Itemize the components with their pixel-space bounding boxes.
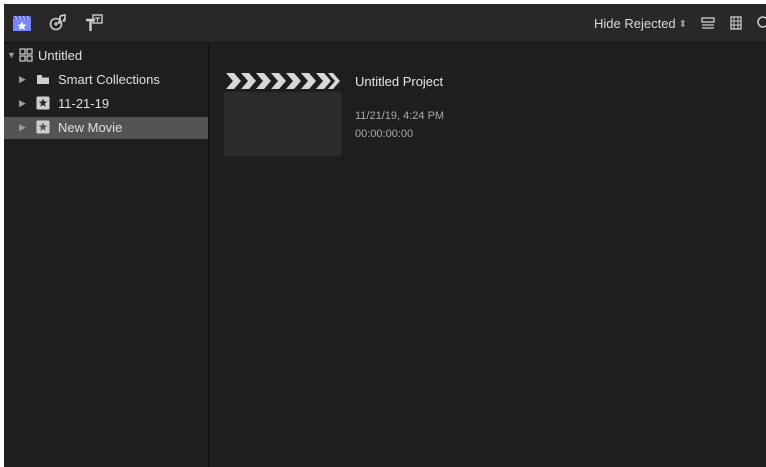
disclosure-collapsed-icon[interactable]: ▶	[19, 122, 26, 133]
disclosure-collapsed-icon[interactable]: ▶	[19, 74, 26, 85]
thumbnail-frame	[224, 92, 342, 156]
clip-filter-menu[interactable]: Hide Rejected ⬍	[594, 16, 687, 31]
sidebar-item-new-movie[interactable]: ▶ New Movie	[4, 117, 208, 139]
browser-toolbar: Hide Rejected ⬍	[4, 4, 766, 43]
libraries-sidebar: ▼ Untitled ▶ Smart Collections ▶ 11-21-1…	[4, 43, 209, 467]
project-date: 11/21/19, 4:24 PM	[355, 110, 445, 122]
sidebar-item-label: Untitled	[38, 48, 83, 63]
disclosure-collapsed-icon[interactable]: ▶	[19, 98, 26, 109]
event-star-icon	[36, 120, 50, 134]
project-title[interactable]: Untitled Project	[355, 74, 443, 89]
project-duration: 00:00:00:00	[355, 128, 414, 140]
sidebar-item-event-11-21-19[interactable]: ▶ 11-21-19	[4, 93, 208, 115]
search-icon[interactable]	[754, 13, 766, 33]
project-thumbnail[interactable]	[224, 71, 342, 156]
clip-appearance-icon[interactable]	[726, 13, 746, 33]
library-row-untitled[interactable]: ▼ Untitled	[4, 45, 208, 67]
titles-generators-icon[interactable]	[84, 13, 104, 33]
libraries-icon[interactable]	[12, 13, 32, 33]
sidebar-item-label: 11-21-19	[58, 96, 110, 111]
event-star-icon	[36, 96, 50, 110]
library-icon	[19, 48, 33, 62]
clip-browser: Untitled Project 11/21/19, 4:24 PM 00:00…	[209, 43, 766, 467]
folder-icon	[36, 72, 50, 86]
disclosure-expanded-icon[interactable]: ▼	[7, 50, 16, 60]
fcp-browser-window: Hide Rejected ⬍ ▼ Untitled ▶ Smart Colle…	[4, 4, 766, 467]
clip-filter-label: Hide Rejected	[594, 16, 676, 31]
sidebar-item-label: New Movie	[58, 120, 123, 135]
chevron-updown-icon: ⬍	[678, 19, 688, 30]
sidebar-item-smart-collections[interactable]: ▶ Smart Collections	[4, 69, 208, 91]
clapperboard-icon	[224, 71, 342, 91]
list-view-icon[interactable]	[698, 13, 718, 33]
sidebar-item-label: Smart Collections	[58, 72, 160, 87]
photos-audio-icon[interactable]	[48, 13, 68, 33]
